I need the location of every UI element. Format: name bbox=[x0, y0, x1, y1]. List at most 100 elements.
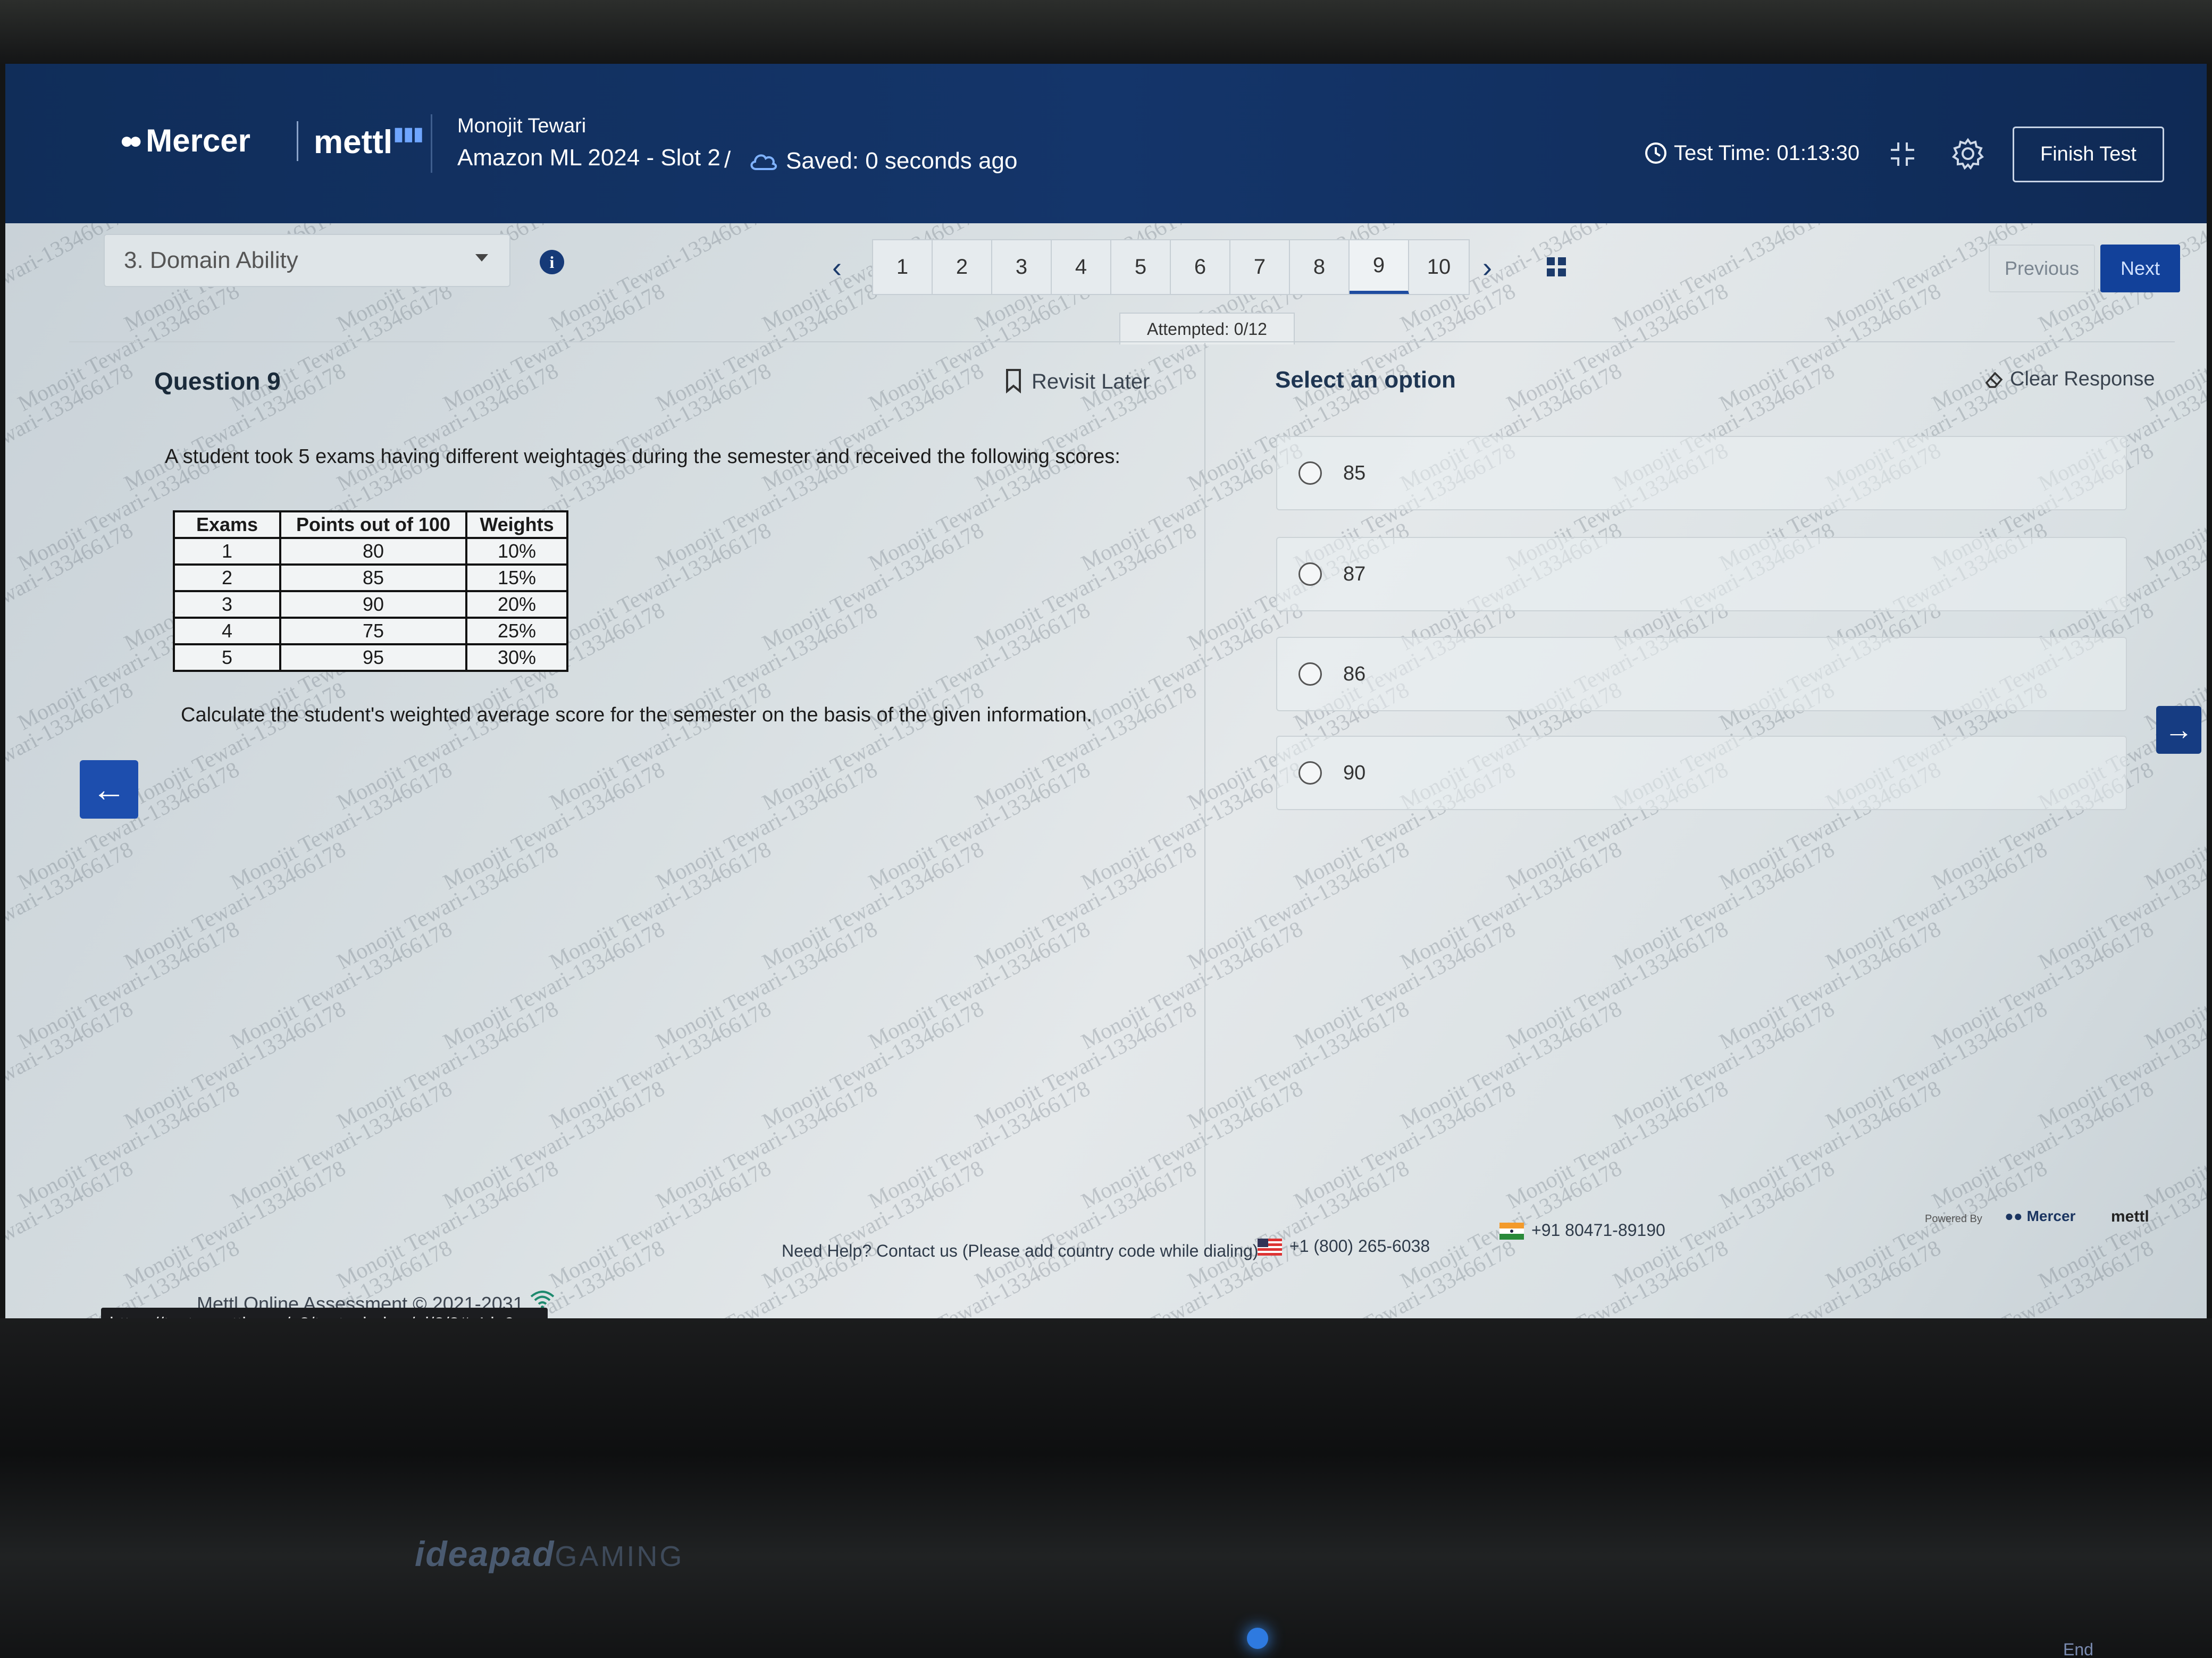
collapse-icon[interactable] bbox=[1888, 139, 1917, 169]
watermark-text: Monojit Tewari-133466178 bbox=[1077, 757, 1307, 895]
table-cell: 5 bbox=[173, 643, 281, 672]
watermark-text: Monojit Tewari-133466178 bbox=[5, 837, 137, 974]
watermark-text: Monojit Tewari-133466178 bbox=[333, 1156, 563, 1294]
watermark-text: Monojit Tewari-133466178 bbox=[1928, 1076, 2158, 1214]
ideapad-logo-suffix: GAMING bbox=[555, 1541, 684, 1572]
question-nav-10[interactable]: 10 bbox=[1409, 240, 1469, 294]
test-panel: Monojit Tewari-133466178Monojit Tewari-1… bbox=[5, 223, 2207, 1318]
watermark-text: Monojit Tewari-133466178 bbox=[227, 757, 456, 895]
mettl-logo-icon: ▮▮▮ bbox=[393, 124, 424, 144]
us-phone-number[interactable]: +1 (800) 265-6038 bbox=[1289, 1236, 1430, 1256]
radio-button[interactable] bbox=[1298, 662, 1322, 686]
mercer-logo-text: Mercer bbox=[146, 123, 250, 158]
table-cell: 30% bbox=[465, 643, 568, 672]
option-label: 85 bbox=[1343, 461, 1366, 484]
watermark-text: Monojit Tewari-133466178 bbox=[1290, 916, 1520, 1055]
saved-status: Saved: 0 seconds ago bbox=[786, 148, 1018, 174]
info-icon[interactable]: i bbox=[540, 250, 564, 274]
watermark-text: Monojit Tewari-133466178 bbox=[1822, 996, 2051, 1134]
finish-test-button[interactable]: Finish Test bbox=[2013, 127, 2164, 182]
mercer-logo: ●● Mercer bbox=[120, 122, 250, 159]
arrow-right-icon[interactable]: → bbox=[2156, 706, 2201, 754]
watermark-text: Monojit Tewari-133466178 bbox=[652, 279, 882, 417]
watermark-text: Monojit Tewari-133466178 bbox=[971, 518, 1201, 656]
radio-button[interactable] bbox=[1298, 562, 1322, 586]
scores-table: Exams Points out of 100 Weights 1 80 10%… bbox=[173, 510, 568, 672]
screen: ●● Mercer mettl▮▮▮ Monojit Tewari Amazon… bbox=[5, 64, 2207, 1318]
question-nav-1[interactable]: 1 bbox=[873, 240, 933, 294]
arrow-left-icon[interactable]: ← bbox=[80, 760, 138, 819]
watermark-text: Monojit Tewari-133466178 bbox=[1928, 1235, 2158, 1318]
india-flag-icon bbox=[1499, 1223, 1524, 1240]
watermark-text: Monojit Tewari-133466178 bbox=[865, 279, 1094, 417]
watermark-text: Monojit Tewari-133466178 bbox=[865, 1076, 1094, 1214]
option-87[interactable]: 87 bbox=[1276, 537, 2127, 611]
next-button[interactable]: Next bbox=[2100, 245, 2180, 292]
question-nav-8[interactable]: 8 bbox=[1290, 240, 1350, 294]
mercer-logo-icon: ●● bbox=[120, 127, 143, 154]
watermark-text: Monojit Tewari-133466178 bbox=[2141, 279, 2207, 417]
chevron-right-icon[interactable]: › bbox=[1482, 251, 1492, 284]
table-cell: 75 bbox=[279, 617, 467, 645]
chevron-down-icon bbox=[475, 254, 488, 262]
option-85[interactable]: 85 bbox=[1276, 436, 2127, 510]
table-cell: 1 bbox=[173, 537, 281, 566]
wifi-icon bbox=[530, 1291, 555, 1309]
clear-response-button[interactable]: Clear Response bbox=[2010, 368, 2155, 391]
revisit-later-button[interactable]: Revisit Later bbox=[1032, 370, 1150, 394]
watermark-text: Monojit Tewari-133466178 bbox=[865, 757, 1094, 895]
table-header: Points out of 100 bbox=[279, 510, 467, 539]
question-nav-9[interactable]: 9 bbox=[1350, 240, 1409, 294]
powered-mercer-text: Mercer bbox=[2026, 1208, 2076, 1224]
bookmark-icon[interactable] bbox=[1004, 368, 1023, 393]
powered-mettl-logo: mettl bbox=[2111, 1208, 2149, 1225]
watermark-text: Monojit Tewari-133466178 bbox=[1077, 597, 1307, 736]
watermark-text: Monojit Tewari-133466178 bbox=[1928, 916, 2158, 1055]
watermark-text: Monojit Tewari-133466178 bbox=[333, 996, 563, 1134]
watermark-text: Monojit Tewari-133466178 bbox=[1715, 1076, 1945, 1214]
question-text: A student took 5 exams having different … bbox=[165, 445, 1120, 468]
question-nav-4[interactable]: 4 bbox=[1052, 240, 1111, 294]
question-nav-2[interactable]: 2 bbox=[933, 240, 992, 294]
option-label: 90 bbox=[1343, 761, 1366, 784]
section-dropdown[interactable]: 3. Domain Ability bbox=[104, 234, 510, 287]
test-name: Amazon ML 2024 - Slot 2 bbox=[457, 145, 720, 171]
option-86[interactable]: 86 bbox=[1276, 637, 2127, 711]
radio-button[interactable] bbox=[1298, 761, 1322, 785]
gear-icon[interactable] bbox=[1951, 137, 1984, 170]
watermark-text: Monojit Tewari-133466178 bbox=[758, 1156, 988, 1294]
watermark-text: Monojit Tewari-133466178 bbox=[546, 837, 775, 975]
option-90[interactable]: 90 bbox=[1276, 736, 2127, 810]
watermark-text: Monojit Tewari-133466178 bbox=[758, 518, 988, 656]
question-navigator: 1 2 3 4 5 6 7 8 9 10 bbox=[872, 239, 1470, 295]
india-phone-number[interactable]: +91 80471-89190 bbox=[1531, 1221, 1665, 1240]
watermark-text: Monojit Tewari-133466178 bbox=[2141, 917, 2207, 1055]
table-cell: 10% bbox=[465, 537, 568, 566]
grid-icon[interactable] bbox=[1545, 255, 1568, 279]
table-row: 5 95 30% bbox=[173, 643, 568, 672]
watermark-text: Monojit Tewari-133466178 bbox=[2034, 996, 2207, 1134]
watermark-text: Monojit Tewari-133466178 bbox=[5, 518, 137, 655]
table-cell: 2 bbox=[173, 563, 281, 592]
eraser-icon[interactable] bbox=[1983, 369, 2005, 390]
chevron-left-icon[interactable]: ‹ bbox=[832, 251, 842, 284]
previous-button[interactable]: Previous bbox=[1989, 245, 2095, 292]
watermark-text: Monojit Tewari-133466178 bbox=[1184, 996, 1413, 1134]
question-nav-5[interactable]: 5 bbox=[1111, 240, 1171, 294]
watermark-text: Monojit Tewari-133466178 bbox=[1503, 1235, 1732, 1318]
table-header: Exams bbox=[173, 510, 281, 539]
watermark-text: Monojit Tewari-133466178 bbox=[652, 916, 882, 1055]
watermark-text: Monojit Tewari-133466178 bbox=[546, 518, 775, 656]
watermark-text: Monojit Tewari-133466178 bbox=[1184, 837, 1413, 975]
radio-button[interactable] bbox=[1298, 461, 1322, 485]
watermark-text: Monojit Tewari-133466178 bbox=[120, 996, 350, 1134]
question-nav-7[interactable]: 7 bbox=[1230, 240, 1290, 294]
question-nav-6[interactable]: 6 bbox=[1171, 240, 1230, 294]
watermark-text: Monojit Tewari-133466178 bbox=[227, 1076, 456, 1214]
watermark-text: Monojit Tewari-133466178 bbox=[1928, 279, 2158, 417]
table-cell: 95 bbox=[279, 643, 467, 672]
watermark-text: Monojit Tewari-133466178 bbox=[2141, 1076, 2207, 1214]
question-nav-3[interactable]: 3 bbox=[992, 240, 1052, 294]
watermark-text: Monojit Tewari-133466178 bbox=[227, 279, 456, 417]
watermark-text: Monojit Tewari-133466178 bbox=[971, 837, 1201, 975]
